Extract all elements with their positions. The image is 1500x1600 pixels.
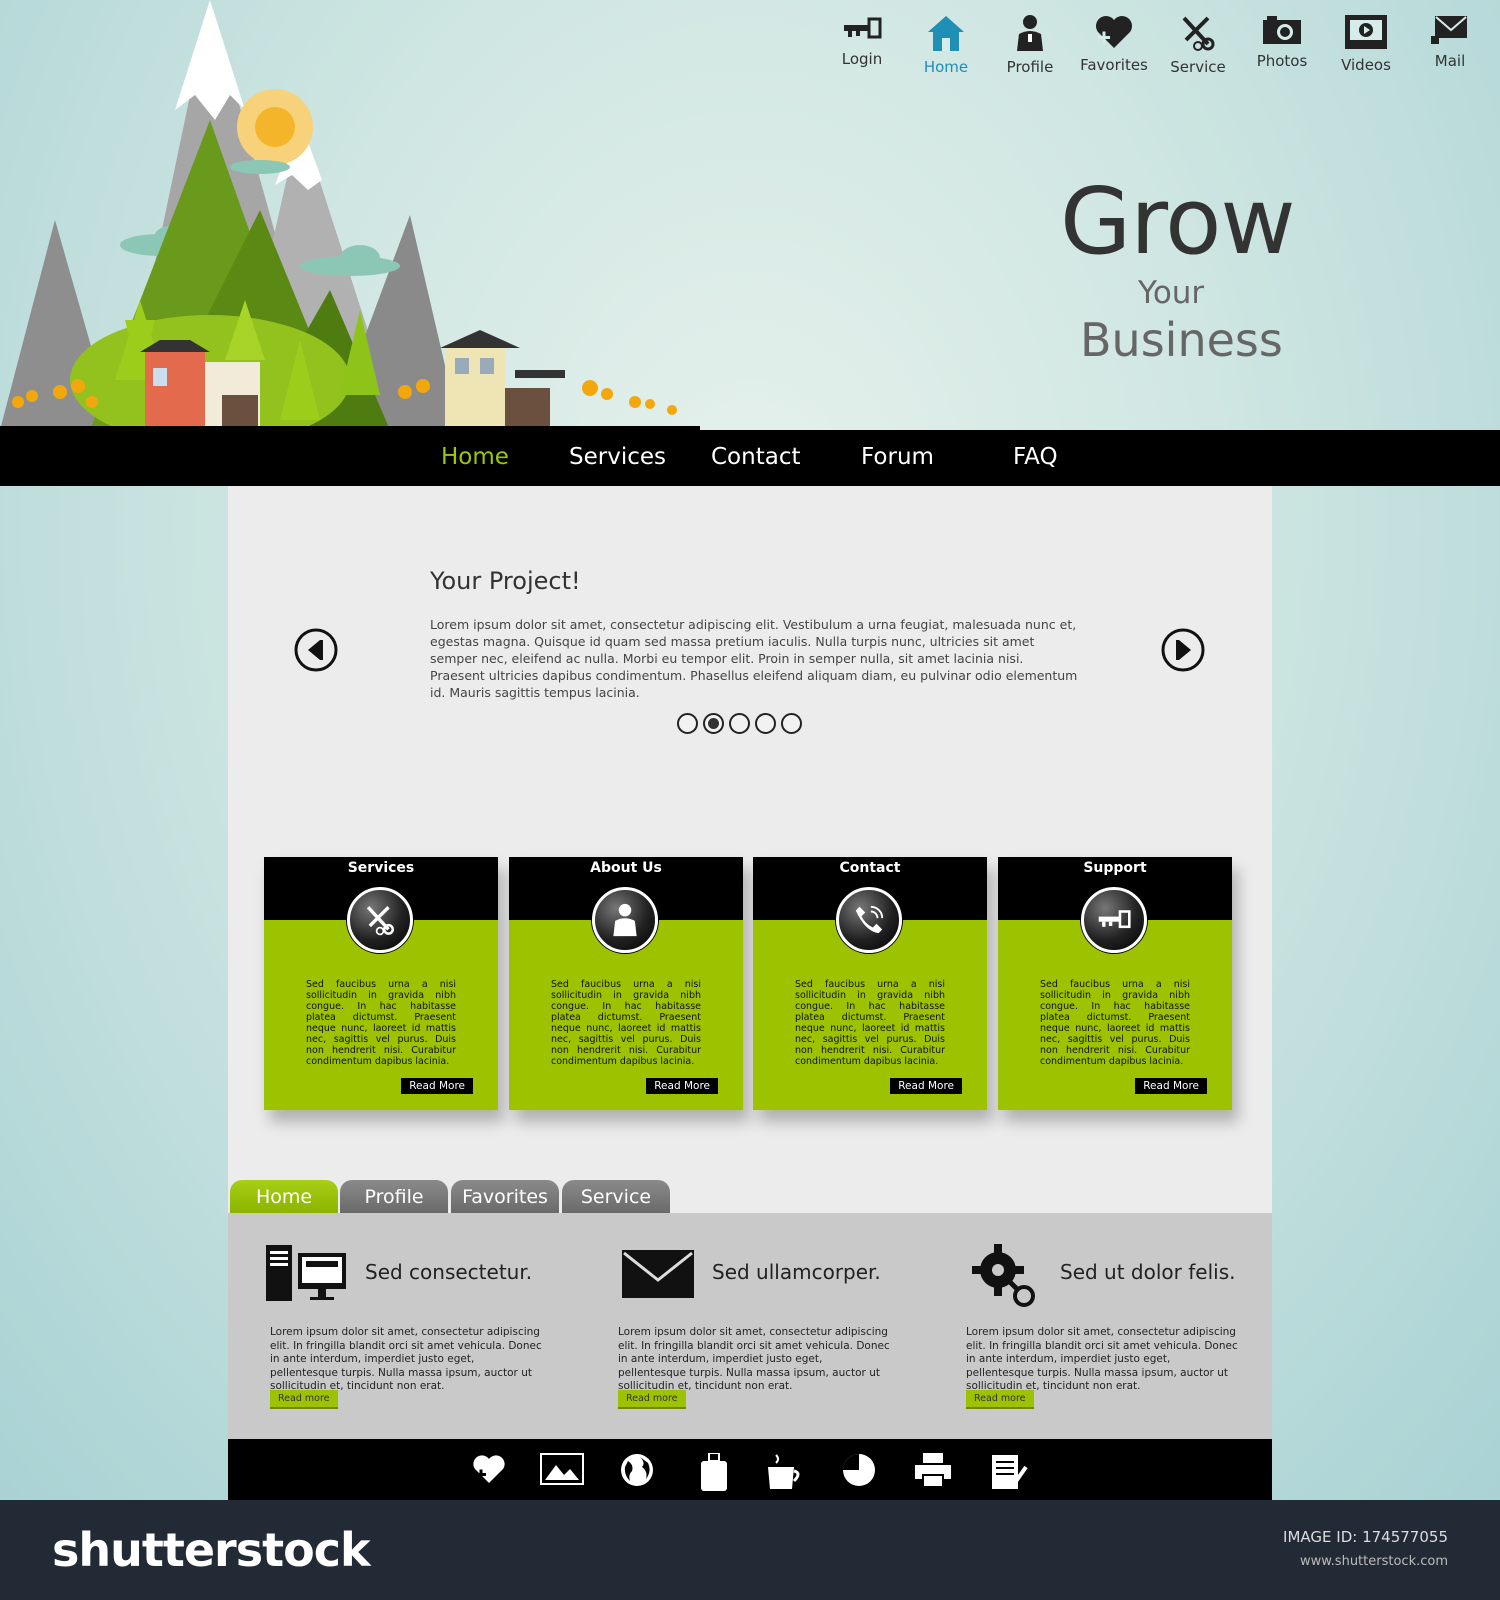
topnav-label: Favorites [1080, 56, 1148, 74]
slide-text: Lorem ipsum dolor sit amet, consectetur … [430, 617, 1078, 700]
card-text: Sed faucibus urna a nisi sollicitudin in… [551, 979, 701, 1067]
home-icon [904, 14, 988, 52]
card-text: Sed faucibus urna a nisi sollicitudin in… [306, 979, 456, 1067]
info-card-about-us: About Us Sed faucibus urna a nisi sollici… [509, 857, 743, 1110]
printer-icon[interactable] [914, 1453, 952, 1487]
gears-icon [972, 1244, 1035, 1307]
topnav-favorites[interactable]: Favorites [1072, 14, 1156, 76]
feature-text-1: Lorem ipsum dolor sit amet, consectetur … [270, 1326, 542, 1392]
envelope-icon [1408, 14, 1492, 46]
tab-favorites[interactable]: Favorites [451, 1180, 559, 1213]
camera-icon [1240, 14, 1324, 46]
key-icon [1081, 887, 1147, 953]
heart-plus-icon[interactable] [472, 1453, 506, 1485]
tools-icon [347, 887, 413, 953]
image-id: IMAGE ID: 174577055 [1283, 1528, 1448, 1546]
hero-subtitle: Your [1138, 275, 1205, 311]
card-title: About Us [590, 860, 662, 876]
topnav-login[interactable]: Login [820, 14, 904, 76]
slider-next-button[interactable] [1161, 628, 1205, 672]
card-read-more-button[interactable]: Read More [646, 1078, 718, 1094]
feature-read-more-3[interactable]: Read more [966, 1390, 1034, 1409]
top-icon-nav: Login Home Profile Favorites Service Photos Vi… [820, 14, 1492, 76]
card-text: Sed faucibus urna a nisi sollicitudin in… [1040, 979, 1190, 1067]
key-icon [820, 14, 904, 44]
info-card-services: Services Sed faucibus urna a nisi sollici… [264, 857, 498, 1110]
hero-tagline: Business [1080, 313, 1283, 367]
picture-icon[interactable] [540, 1453, 584, 1485]
slider-prev-button[interactable] [294, 628, 338, 672]
tab-profile[interactable]: Profile [340, 1180, 448, 1213]
topnav-label: Profile [1006, 58, 1054, 76]
card-title: Contact [839, 860, 901, 876]
nav-home[interactable]: Home [441, 444, 509, 470]
landscape-illustration [0, 0, 700, 430]
person-icon [988, 14, 1072, 52]
stock-url: www.shutterstock.com [1299, 1554, 1448, 1569]
tab-service[interactable]: Service [562, 1180, 670, 1213]
video-icon [1324, 14, 1408, 50]
computer-icon [266, 1245, 346, 1301]
notepad-icon[interactable] [990, 1453, 1028, 1491]
slider-dot[interactable] [781, 713, 802, 734]
card-text: Sed faucibus urna a nisi sollicitudin in… [795, 979, 945, 1067]
card-read-more-button[interactable]: Read More [401, 1078, 473, 1094]
footer-icon-bar [228, 1439, 1272, 1500]
feature-read-more-1[interactable]: Read more [270, 1390, 338, 1409]
feature-title-3: Sed ut dolor felis. [1060, 1260, 1236, 1284]
topnav-label: Mail [1434, 52, 1466, 70]
topnav-label: Home [923, 58, 969, 76]
topnav-photos[interactable]: Photos [1240, 14, 1324, 76]
slider-dot[interactable] [755, 713, 776, 734]
feature-title-2: Sed ullamcorper. [712, 1260, 881, 1284]
feature-title-1: Sed consectetur. [365, 1260, 533, 1284]
main-nav: Home Services Contact Forum FAQ [0, 430, 1500, 486]
card-title: Services [347, 860, 415, 876]
luggage-icon[interactable] [700, 1453, 728, 1493]
topnav-label: Videos [1341, 56, 1391, 74]
feature-text-2: Lorem ipsum dolor sit amet, consectetur … [618, 1326, 890, 1392]
slide-title: Your Project! [430, 567, 581, 595]
topnav-label: Photos [1256, 52, 1308, 70]
pie-chart-icon[interactable] [842, 1453, 876, 1487]
globe-icon[interactable] [620, 1453, 654, 1487]
slider-pagination [677, 713, 802, 734]
stock-logo: shutterstock [52, 1523, 371, 1577]
topnav-service[interactable]: Service [1156, 14, 1240, 76]
envelope-icon [622, 1250, 694, 1298]
topnav-home[interactable]: Home [904, 14, 988, 76]
phone-icon [836, 887, 902, 953]
topnav-label: Service [1170, 58, 1226, 76]
tools-icon [1156, 14, 1240, 52]
card-title: Support [1083, 860, 1147, 876]
feature-text-3: Lorem ipsum dolor sit amet, consectetur … [966, 1326, 1238, 1392]
heart-plus-icon [1072, 14, 1156, 50]
nav-contact[interactable]: Contact [711, 444, 800, 470]
topnav-mail[interactable]: Mail [1408, 14, 1492, 76]
hero-title: Grow [1060, 168, 1296, 275]
info-card-support: Support Sed faucibus urna a nisi sollicit… [998, 857, 1232, 1110]
feature-read-more-2[interactable]: Read more [618, 1390, 686, 1409]
topnav-profile[interactable]: Profile [988, 14, 1072, 76]
coffee-cup-icon[interactable] [766, 1453, 804, 1493]
nav-forum[interactable]: Forum [861, 444, 934, 470]
tab-home[interactable]: Home [230, 1180, 338, 1213]
slider-dot[interactable] [729, 713, 750, 734]
card-read-more-button[interactable]: Read More [1135, 1078, 1207, 1094]
nav-services[interactable]: Services [569, 444, 666, 470]
slider-dot[interactable] [677, 713, 698, 734]
card-read-more-button[interactable]: Read More [890, 1078, 962, 1094]
nav-faq[interactable]: FAQ [1013, 444, 1058, 470]
person-icon [592, 887, 658, 953]
slider-dot[interactable] [703, 713, 724, 734]
topnav-label: Login [841, 50, 883, 68]
topnav-videos[interactable]: Videos [1324, 14, 1408, 76]
info-card-contact: Contact Sed faucibus urna a nisi sollicit… [753, 857, 987, 1110]
